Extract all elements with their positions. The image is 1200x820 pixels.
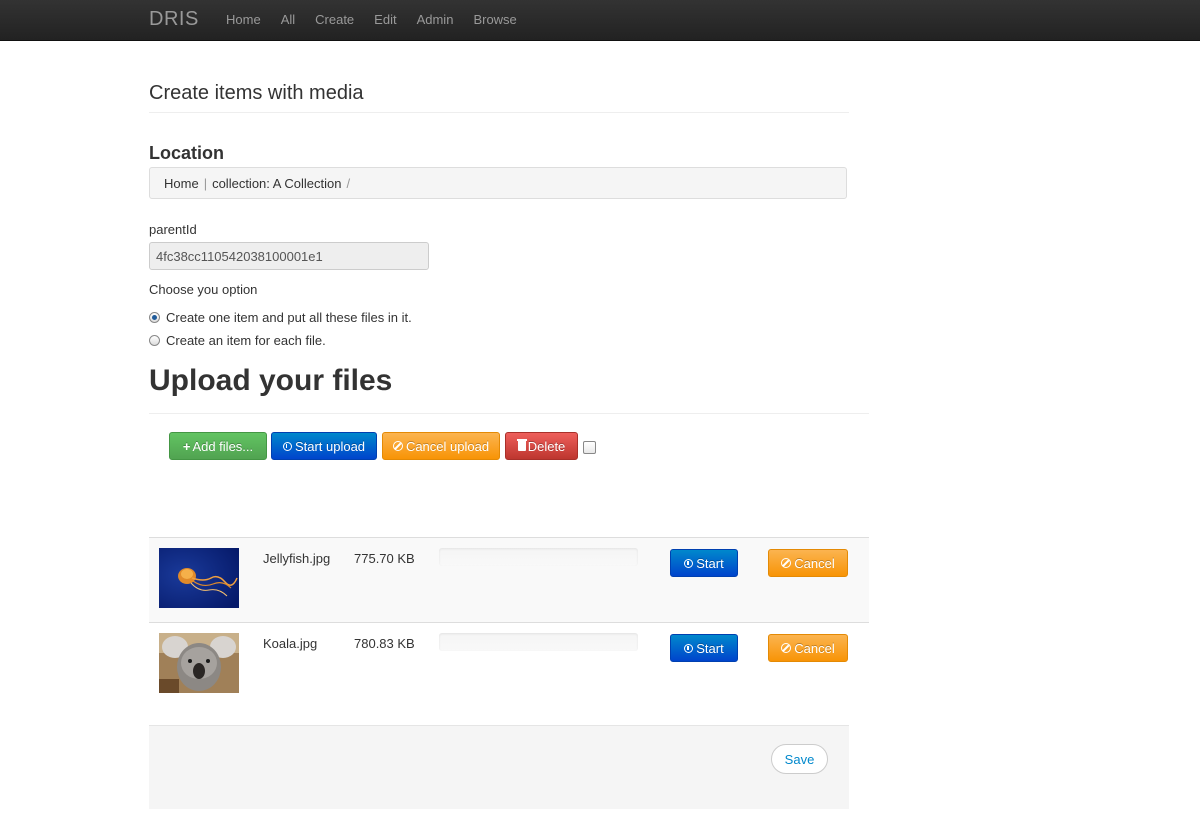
select-all-checkbox[interactable] [583, 441, 596, 454]
nav-admin[interactable]: Admin [407, 0, 464, 40]
nav-home[interactable]: Home [216, 0, 271, 40]
nav-all[interactable]: All [271, 0, 305, 40]
breadcrumb: Home | collection: A Collection / [149, 167, 847, 199]
start-upload-button[interactable]: Start upload [271, 432, 377, 460]
form-actions: Save [149, 725, 849, 809]
option-item-per-file-label: Create an item for each file. [166, 333, 326, 348]
ban-icon [392, 441, 403, 451]
ban-icon [781, 643, 792, 653]
delete-button[interactable]: Delete [505, 432, 578, 460]
file-row: Koala.jpg 780.83 KB Start Cancel [149, 622, 869, 707]
file-name: Koala.jpg [263, 636, 318, 651]
nav-browse[interactable]: Browse [463, 0, 526, 40]
breadcrumb-home[interactable]: Home [164, 176, 199, 191]
save-button[interactable]: Save [771, 744, 828, 774]
start-button[interactable]: Start [670, 549, 738, 577]
nav-create[interactable]: Create [305, 0, 364, 40]
top-navbar: DRIS Home All Create Edit Admin Browse [0, 0, 1200, 41]
koala-thumbnail [159, 633, 239, 693]
option-one-item-label: Create one item and put all these files … [166, 310, 412, 325]
radio-one-item[interactable] [149, 312, 160, 323]
breadcrumb-collection[interactable]: collection: A Collection [212, 176, 341, 191]
upload-circle-icon [684, 558, 694, 568]
option-one-item[interactable]: Create one item and put all these files … [149, 310, 412, 325]
progress-bar [439, 633, 638, 651]
file-name: Jellyfish.jpg [263, 551, 331, 566]
breadcrumb-separator: | [203, 175, 208, 191]
divider [149, 112, 849, 113]
page-title: Create items with media [149, 82, 364, 104]
progress-bar [439, 548, 638, 566]
option-item-per-file[interactable]: Create an item for each file. [149, 333, 326, 348]
parent-id-label: parentId [149, 222, 197, 237]
trash-icon [516, 439, 527, 451]
cancel-button[interactable]: Cancel [768, 634, 848, 662]
upload-circle-icon [684, 643, 694, 653]
jellyfish-thumbnail [159, 548, 239, 608]
ban-icon [781, 558, 792, 568]
divider [149, 413, 869, 414]
cancel-button[interactable]: Cancel [768, 549, 848, 577]
file-row: Jellyfish.jpg 775.70 KB Start Cancel [149, 537, 869, 622]
nav-edit[interactable]: Edit [364, 0, 406, 40]
brand-logo[interactable]: DRIS [149, 8, 199, 31]
choose-option-label: Choose you option [149, 282, 258, 297]
breadcrumb-separator: / [346, 175, 351, 191]
radio-item-per-file[interactable] [149, 335, 160, 346]
parent-id-input[interactable] [149, 242, 429, 270]
add-files-button[interactable]: + Add files... [169, 432, 267, 460]
location-heading: Location [149, 143, 224, 163]
cancel-upload-button[interactable]: Cancel upload [382, 432, 500, 460]
main-nav: Home All Create Edit Admin Browse [216, 0, 527, 40]
file-size: 775.70 KB [354, 551, 415, 566]
file-size: 780.83 KB [354, 636, 415, 651]
plus-icon: + [182, 438, 191, 454]
start-button[interactable]: Start [670, 634, 738, 662]
upload-heading: Upload your files [149, 364, 393, 397]
upload-circle-icon [282, 441, 292, 451]
